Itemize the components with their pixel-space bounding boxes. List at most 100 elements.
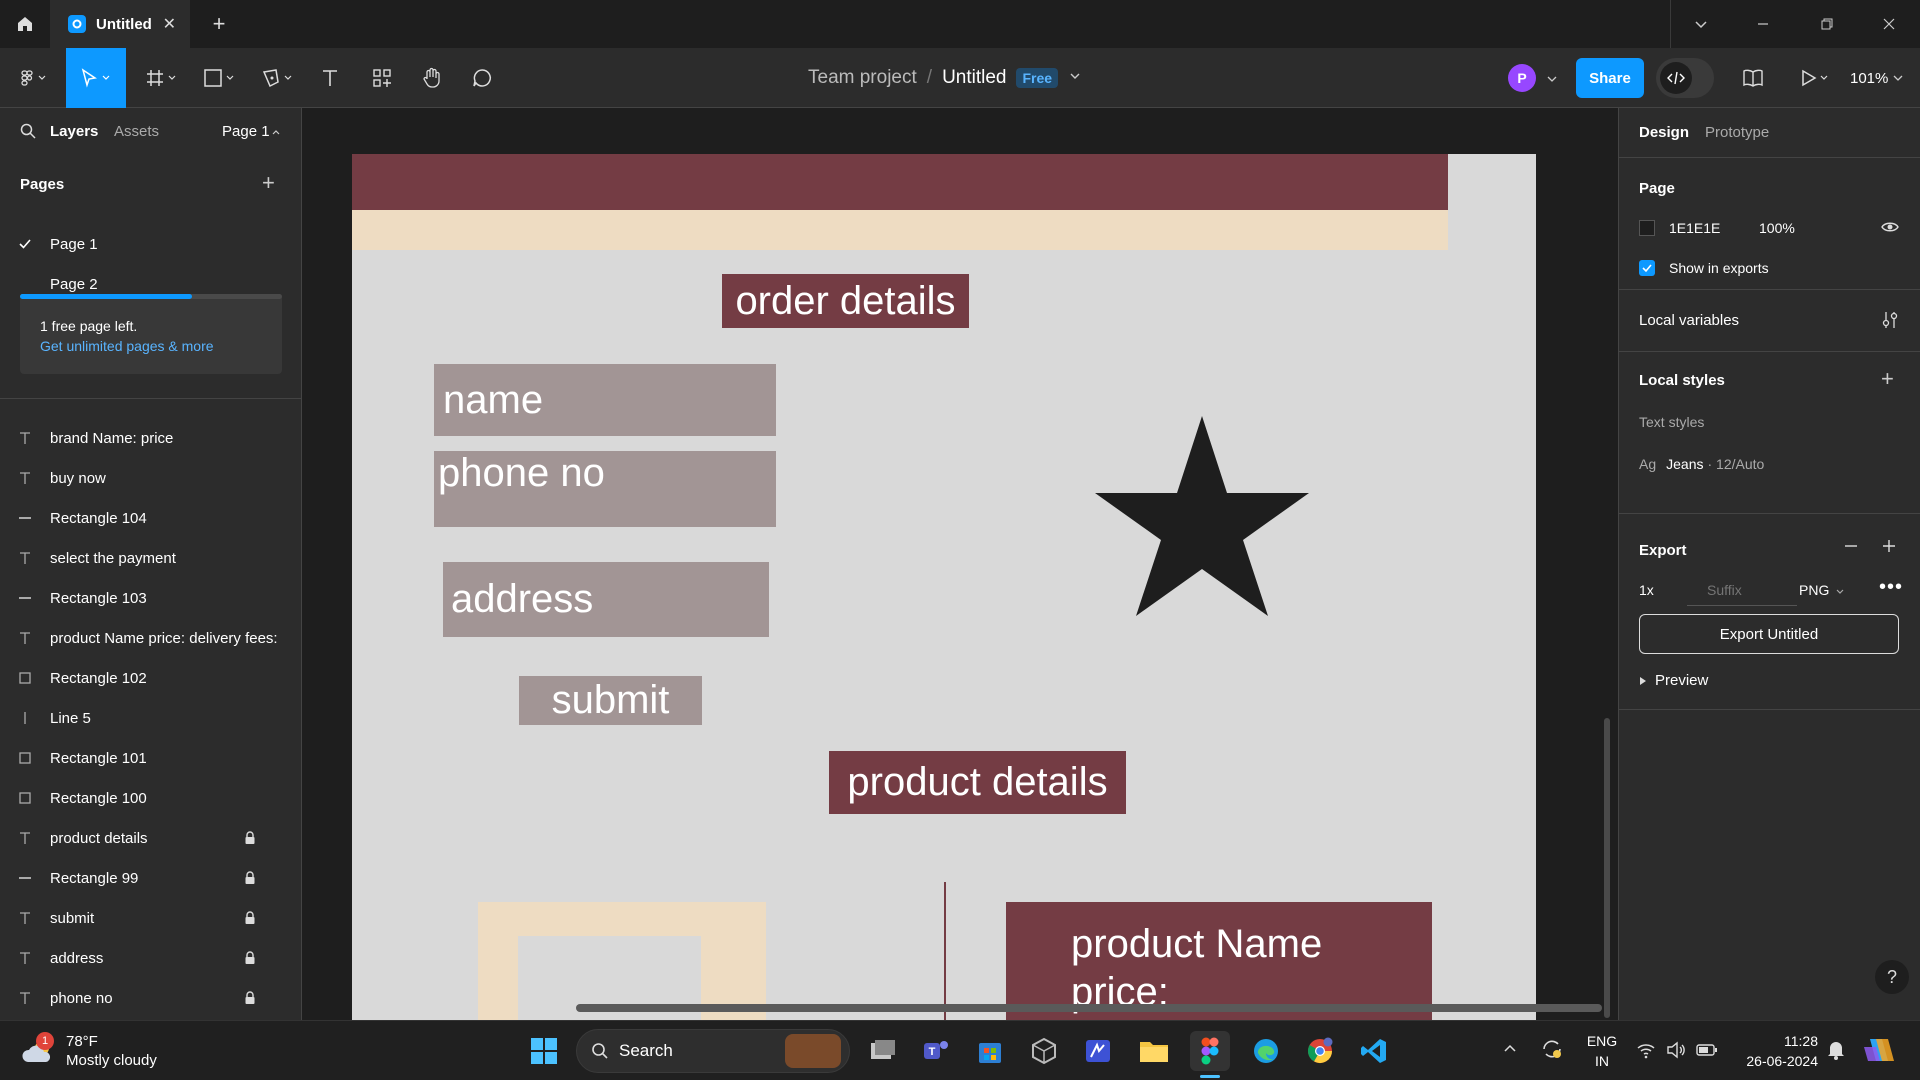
volume-icon[interactable] xyxy=(1666,1041,1686,1064)
horizontal-scrollbar[interactable] xyxy=(576,1004,1602,1012)
divider-line[interactable] xyxy=(944,882,946,1020)
canvas[interactable]: order details name phone no address subm… xyxy=(302,108,1618,1020)
library-icon[interactable] xyxy=(1736,48,1770,108)
task-view-icon[interactable] xyxy=(862,1031,902,1071)
file-tab[interactable]: Untitled ✕ xyxy=(50,0,190,48)
submit-button[interactable]: submit xyxy=(519,676,702,725)
product-details-heading[interactable]: product details xyxy=(829,751,1126,814)
taskbar-search[interactable]: Search xyxy=(576,1029,850,1073)
main-menu-icon[interactable] xyxy=(12,48,56,108)
layer-item[interactable]: Rectangle 103 xyxy=(0,578,302,618)
frame-tool-icon[interactable] xyxy=(140,48,184,108)
header-stripe[interactable] xyxy=(352,210,1448,250)
text-tool-icon[interactable] xyxy=(310,48,350,108)
layer-item[interactable]: Rectangle 104 xyxy=(0,498,302,538)
layer-item[interactable]: Rectangle 102 xyxy=(0,658,302,698)
chevron-up-icon[interactable] xyxy=(271,124,281,141)
wifi-icon[interactable] xyxy=(1636,1041,1656,1064)
resources-tool-icon[interactable] xyxy=(362,48,402,108)
vertical-scrollbar[interactable] xyxy=(1604,718,1610,1018)
comment-tool-icon[interactable] xyxy=(462,48,502,108)
search-icon[interactable] xyxy=(20,123,36,143)
tab-prototype[interactable]: Prototype xyxy=(1705,124,1769,141)
layer-item[interactable]: address xyxy=(0,938,302,978)
page-selector[interactable]: Page 1 xyxy=(222,123,270,140)
help-button[interactable]: ? xyxy=(1875,960,1909,994)
sync-icon[interactable] xyxy=(1540,1037,1564,1066)
tab-design[interactable]: Design xyxy=(1639,124,1689,141)
layer-item[interactable]: Line 5 xyxy=(0,698,302,738)
tab-layers[interactable]: Layers xyxy=(50,123,98,140)
lock-icon[interactable] xyxy=(244,911,256,929)
app-icon[interactable] xyxy=(1078,1031,1118,1071)
layer-item[interactable]: buy now xyxy=(0,458,302,498)
layer-item[interactable]: submit xyxy=(0,898,302,938)
vscode-icon[interactable] xyxy=(1354,1031,1394,1071)
chevron-down-icon[interactable] xyxy=(1670,0,1732,48)
eye-icon[interactable] xyxy=(1881,220,1899,239)
edge-icon[interactable] xyxy=(1246,1031,1286,1071)
chevron-down-icon[interactable] xyxy=(1068,67,1082,89)
export-button[interactable]: Export Untitled xyxy=(1639,614,1899,654)
export-format[interactable]: PNG xyxy=(1799,582,1829,598)
chevron-down-icon[interactable] xyxy=(1835,584,1845,602)
lock-icon[interactable] xyxy=(244,871,256,889)
preview-toggle[interactable]: Preview xyxy=(1639,672,1708,689)
dev-mode-toggle[interactable] xyxy=(1656,58,1714,98)
chevron-up-icon[interactable] xyxy=(1502,1041,1518,1062)
remove-export-icon[interactable] xyxy=(1843,538,1859,559)
chrome-icon[interactable] xyxy=(1300,1031,1340,1071)
name-field[interactable]: name xyxy=(434,364,776,436)
order-details-heading[interactable]: order details xyxy=(722,274,969,328)
page-item-page-1[interactable]: Page 1 xyxy=(0,224,302,264)
add-page-icon[interactable]: + xyxy=(262,170,275,196)
clock[interactable]: 11:28 26-06-2024 xyxy=(1736,1031,1818,1071)
add-style-icon[interactable]: + xyxy=(1881,366,1894,392)
text-style-item[interactable]: Ag Jeans · 12/Auto xyxy=(1639,448,1764,480)
close-window-button[interactable] xyxy=(1858,0,1920,48)
product-info-card[interactable]: product Name price: xyxy=(1006,902,1432,1020)
design-frame[interactable]: order details name phone no address subm… xyxy=(352,154,1536,1020)
breadcrumb-file[interactable]: Untitled xyxy=(942,67,1006,89)
variables-settings-icon[interactable] xyxy=(1881,310,1899,335)
share-button[interactable]: Share xyxy=(1576,58,1644,98)
store-icon[interactable] xyxy=(970,1031,1010,1071)
layer-item[interactable]: phone no xyxy=(0,978,302,1018)
minimize-button[interactable] xyxy=(1732,0,1794,48)
notification-bell-icon[interactable] xyxy=(1826,1039,1846,1066)
promo-link[interactable]: Get unlimited pages & more xyxy=(40,336,262,356)
present-play-icon[interactable] xyxy=(1794,48,1838,108)
unity-icon[interactable] xyxy=(1024,1031,1064,1071)
layer-item[interactable]: product details xyxy=(0,818,302,858)
zoom-menu[interactable]: 101% xyxy=(1850,48,1904,108)
layer-item[interactable]: Rectangle 99 xyxy=(0,858,302,898)
page-color-swatch[interactable] xyxy=(1639,220,1655,236)
move-tool-icon[interactable] xyxy=(66,48,126,108)
restore-button[interactable] xyxy=(1796,0,1858,48)
layer-item[interactable]: brand Name: price xyxy=(0,418,302,458)
more-options-icon[interactable]: ••• xyxy=(1879,576,1903,599)
star-shape[interactable] xyxy=(1095,416,1309,616)
windows-start-icon[interactable] xyxy=(524,1031,564,1071)
hand-tool-icon[interactable] xyxy=(412,48,452,108)
close-tab-icon[interactable]: ✕ xyxy=(163,14,176,34)
avatar[interactable]: P xyxy=(1508,64,1536,92)
page-color-hex[interactable]: 1E1E1E xyxy=(1669,220,1720,236)
layer-item[interactable]: Rectangle 100 xyxy=(0,778,302,818)
page-opacity[interactable]: 100% xyxy=(1759,220,1795,236)
show-in-exports-checkbox[interactable] xyxy=(1639,260,1655,276)
layer-item[interactable]: product Name price: delivery fees: xyxy=(0,618,302,658)
address-field[interactable]: address xyxy=(443,562,769,637)
header-bar[interactable] xyxy=(352,154,1448,210)
export-scale[interactable]: 1x xyxy=(1639,582,1654,598)
language-indicator[interactable]: ENG IN xyxy=(1584,1031,1620,1071)
lock-icon[interactable] xyxy=(244,831,256,849)
home-icon[interactable] xyxy=(0,0,50,48)
shape-tool-icon[interactable] xyxy=(198,48,242,108)
lock-icon[interactable] xyxy=(244,951,256,969)
copilot-icon[interactable] xyxy=(1862,1033,1896,1072)
pen-tool-icon[interactable] xyxy=(256,48,300,108)
lock-icon[interactable] xyxy=(244,991,256,1009)
chevron-down-icon[interactable] xyxy=(1546,72,1558,90)
layer-item[interactable]: Rectangle 101 xyxy=(0,738,302,778)
